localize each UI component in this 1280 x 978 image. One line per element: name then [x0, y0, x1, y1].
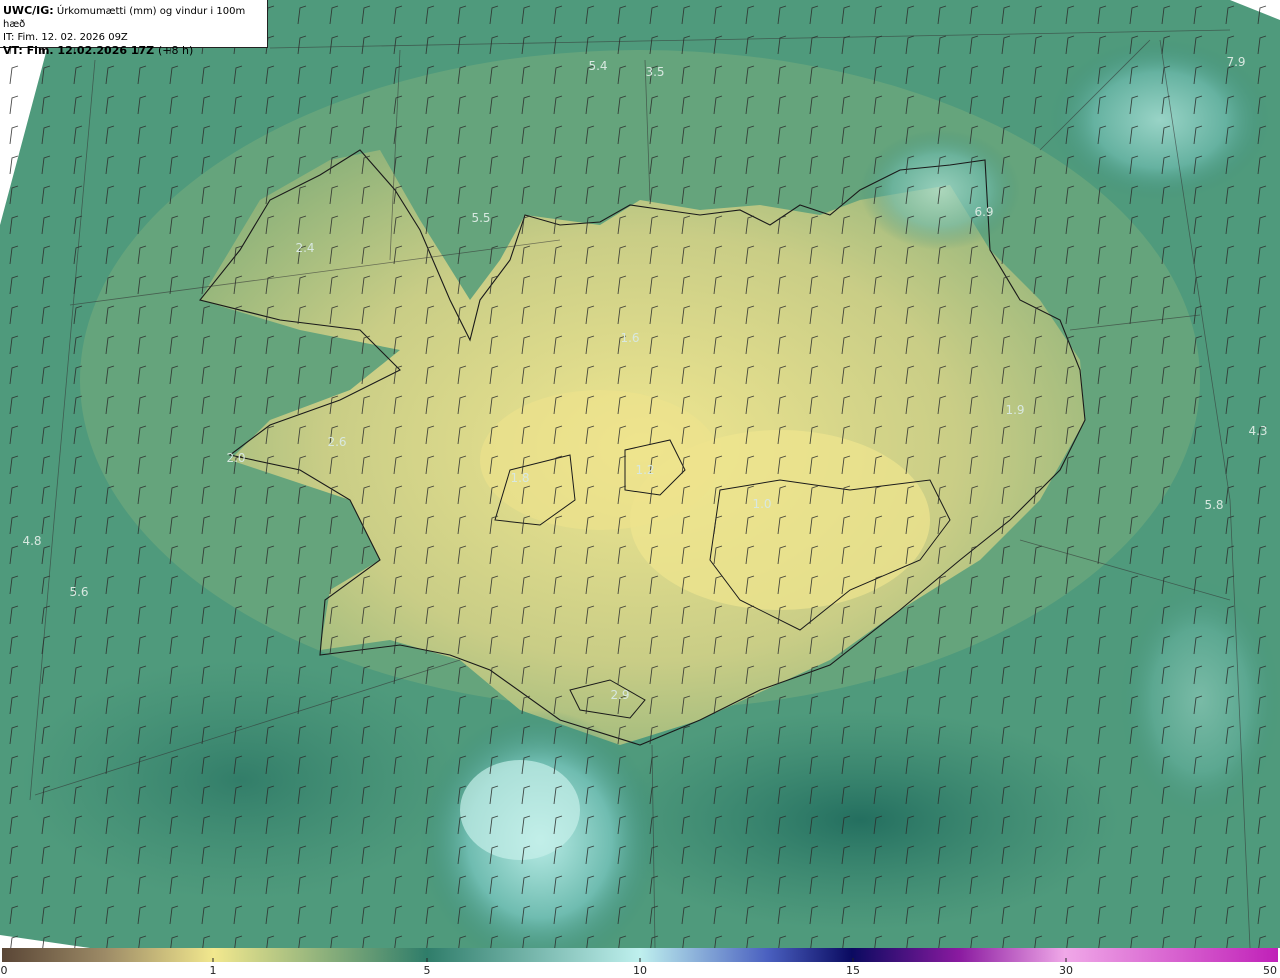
value-label: 2.0	[226, 451, 246, 465]
value-label: 4.8	[22, 534, 42, 548]
value-label: 4.3	[1248, 424, 1268, 438]
value-label: 5.4	[588, 59, 608, 73]
value-label: 3.5	[645, 65, 665, 79]
value-label: 2.6	[327, 435, 347, 449]
colorbar-tick: 30	[1059, 964, 1073, 977]
colorbar-tick: 15	[846, 964, 860, 977]
value-label: 5.8	[1204, 498, 1224, 512]
value-label: 7.9	[1226, 55, 1246, 69]
value-label: 1.6	[620, 331, 640, 345]
value-label: 1.2	[635, 463, 655, 477]
issue-time: IT: Fim. 12. 02. 2026 09Z	[3, 32, 128, 43]
value-label: 1.8	[510, 471, 530, 485]
value-label: 2.4	[295, 241, 315, 255]
valid-prefix: VT:	[3, 44, 23, 57]
lead-time: (+8 h)	[157, 44, 194, 57]
colorbar-tick: 50	[1263, 964, 1277, 977]
colorbar-tick: 10	[633, 964, 647, 977]
valid-time: Fim. 12.02.2026 17Z	[26, 44, 155, 57]
colorbar	[2, 948, 1278, 962]
map-header: UWC/IG: Úrkomumætti (mm) og vindur i 100…	[0, 0, 268, 57]
value-label: 6.9	[974, 205, 994, 219]
product-code: UWC/IG:	[3, 4, 54, 17]
value-label: 1.0	[752, 497, 772, 511]
colorbar-tick: 5	[423, 964, 431, 977]
value-label: 2.9	[610, 688, 630, 702]
value-label: 5.6	[69, 585, 89, 599]
value-label: 1.9	[1005, 403, 1025, 417]
value-label: 5.5	[471, 211, 491, 225]
colorbar-tick: 0	[0, 964, 8, 977]
colorbar-tick: 1	[209, 964, 217, 977]
